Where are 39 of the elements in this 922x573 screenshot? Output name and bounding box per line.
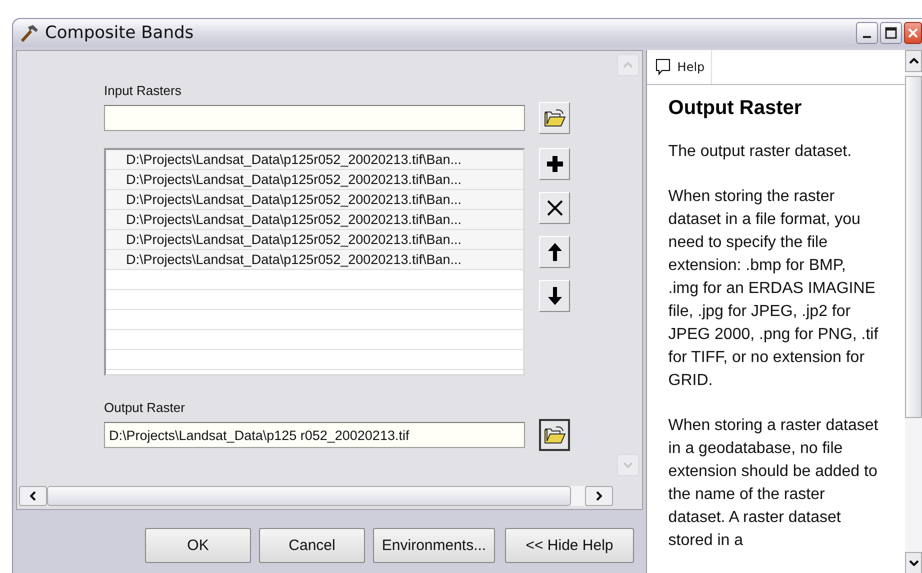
up-arrow-icon xyxy=(546,242,562,262)
dialog-button[interactable]: Cancel xyxy=(259,528,365,563)
close-button[interactable] xyxy=(904,22,922,44)
field-label: Output Raster xyxy=(104,400,186,415)
scroll-left-icon[interactable] xyxy=(19,486,47,506)
move-down-button[interactable] xyxy=(539,280,570,312)
help-heading: Output Raster xyxy=(668,97,803,120)
input-field[interactable] xyxy=(104,105,525,131)
dialog-button[interactable]: Environments... xyxy=(373,528,495,563)
help-paragraph: When storing the raster dataset in a file format, you need to specify the file extension: .bmp for BMP, .img for an ERDAS IMAGINE file, .jpg for JPEG, .jp2 for JPEG 2000, .png for PNG, .tif for TIFF, or no extension for GRID. xyxy=(668,187,878,391)
folder-icon xyxy=(544,109,566,127)
dialog-button[interactable]: << Hide Help xyxy=(505,528,634,563)
raster-list[interactable] xyxy=(104,148,525,376)
minimize-icon xyxy=(863,36,871,38)
help-icon xyxy=(655,58,672,76)
maximize-icon xyxy=(885,27,897,39)
add-button[interactable] xyxy=(539,148,570,180)
close-icon xyxy=(546,199,564,217)
input-field[interactable]: D:\Projects\Landsat_Data\p125 r052_20020213.tif xyxy=(104,422,525,448)
help-paragraph: The output raster dataset. xyxy=(668,142,853,162)
dialog-button[interactable]: OK xyxy=(145,528,251,563)
minimize-button[interactable] xyxy=(856,22,878,44)
scroll-right-icon[interactable] xyxy=(585,486,613,506)
close-icon xyxy=(907,27,919,39)
move-up-button[interactable] xyxy=(539,236,570,268)
remove-button[interactable] xyxy=(539,192,570,224)
maximize-button[interactable] xyxy=(880,22,902,44)
scroll-down-icon[interactable] xyxy=(905,552,922,573)
down-arrow-icon xyxy=(546,286,562,306)
vertical-scrollbar[interactable] xyxy=(905,50,922,573)
plus-icon xyxy=(544,154,564,174)
scroll-thumb[interactable] xyxy=(905,76,922,418)
help-paragraph: When storing a raster dataset in a geodatabase, no file extension should be added to the name of the raster dataset. A raster dataset stored in a xyxy=(668,416,878,551)
browse-button[interactable] xyxy=(539,419,570,451)
window-title: Composite Bands xyxy=(45,23,195,43)
hammer-icon xyxy=(19,23,39,43)
field-label: Input Rasters xyxy=(104,83,182,98)
scroll-up-icon[interactable] xyxy=(905,50,922,72)
folder-icon xyxy=(544,426,566,444)
